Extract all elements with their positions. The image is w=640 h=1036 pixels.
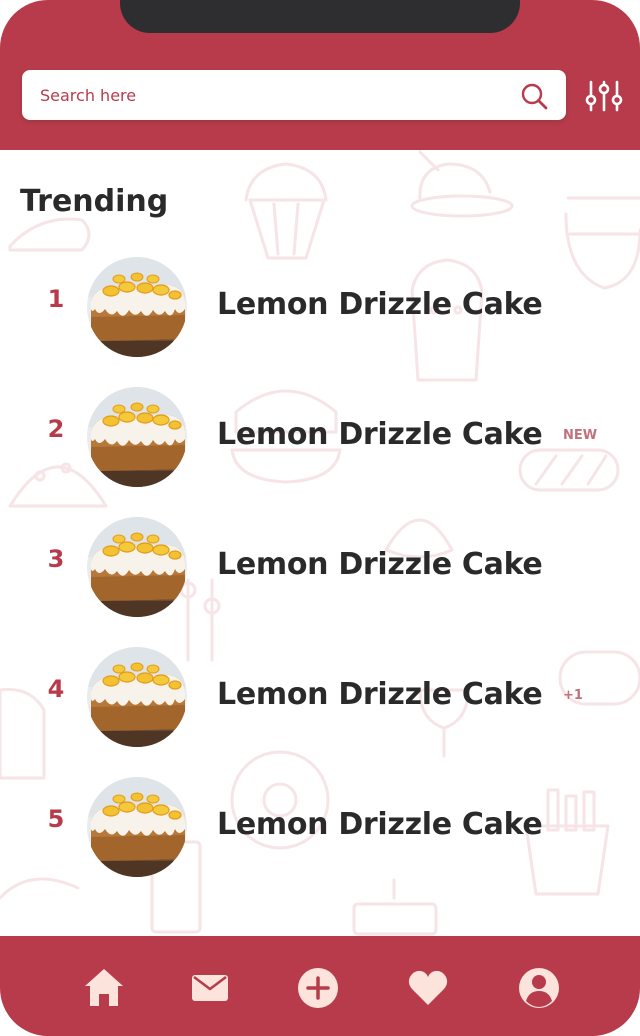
item-title: Lemon Drizzle Cake — [217, 287, 543, 322]
trending-item[interactable]: 4 Lemon Drizzle Cake +1 — [0, 647, 640, 747]
cake-thumbnail — [87, 387, 187, 487]
section-title: Trending — [20, 184, 169, 219]
item-title: Lemon Drizzle Cake — [217, 547, 543, 582]
status-badge: +1 — [563, 688, 583, 703]
profile-icon[interactable] — [517, 966, 561, 1010]
item-title: Lemon Drizzle Cake — [217, 807, 543, 842]
trending-item[interactable]: 5 Lemon Drizzle Cake — [0, 777, 640, 877]
mail-icon[interactable] — [188, 966, 232, 1010]
add-circle-icon[interactable] — [296, 966, 340, 1010]
trending-item[interactable]: 1 Lemon Drizzle Cake — [0, 257, 640, 357]
cake-thumbnail — [87, 517, 187, 617]
item-title: Lemon Drizzle Cake — [217, 677, 543, 712]
cake-thumbnail — [87, 647, 187, 747]
cake-thumbnail — [87, 257, 187, 357]
status-badge: NEW — [563, 428, 598, 443]
rank-number: 4 — [47, 675, 65, 703]
heart-icon[interactable] — [406, 966, 450, 1010]
home-icon[interactable] — [82, 966, 126, 1010]
search-icon[interactable] — [520, 82, 548, 110]
trending-item[interactable]: 3 Lemon Drizzle Cake — [0, 517, 640, 617]
rank-number: 5 — [47, 805, 65, 833]
trending-section: Trending 1 Lemon Drizzle Cake 2 Lemon Dr… — [0, 150, 640, 936]
search-bar[interactable] — [22, 70, 566, 120]
header-bar — [0, 0, 640, 150]
search-input[interactable] — [40, 70, 500, 120]
cake-thumbnail — [87, 777, 187, 877]
app-screen: Trending 1 Lemon Drizzle Cake 2 Lemon Dr… — [0, 0, 640, 1036]
item-title: Lemon Drizzle Cake — [217, 417, 543, 452]
bottom-nav — [0, 936, 640, 1036]
device-notch — [120, 0, 520, 33]
sliders-icon[interactable] — [584, 78, 624, 114]
rank-number: 2 — [47, 415, 65, 443]
rank-number: 3 — [47, 545, 65, 573]
trending-item[interactable]: 2 Lemon Drizzle Cake NEW — [0, 387, 640, 487]
rank-number: 1 — [47, 285, 65, 313]
